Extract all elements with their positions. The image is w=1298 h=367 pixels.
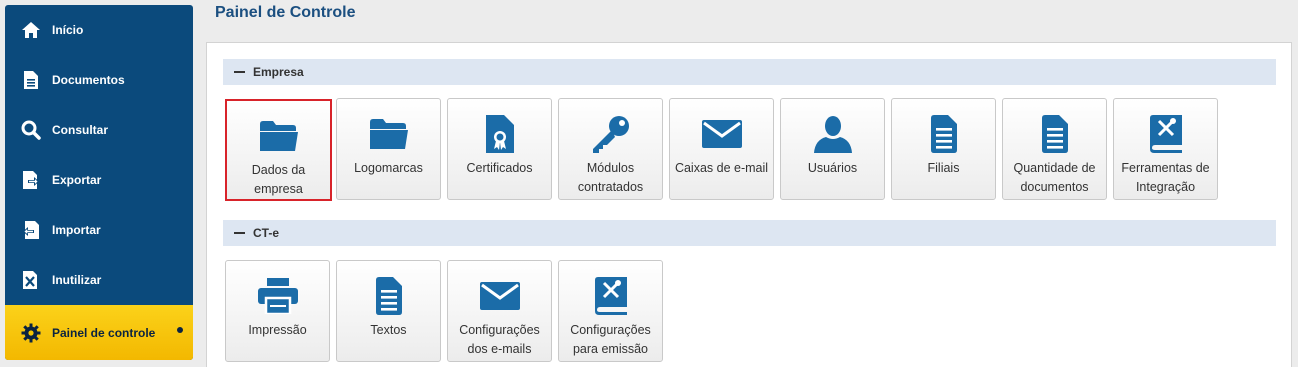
sidebar-item-painel-de-controle[interactable]: Painel de controle [5,305,193,360]
gear-icon [20,322,42,344]
page-title: Painel de Controle [215,4,356,21]
tile-configuracoes-dos-emails[interactable]: Configurações dos e-mails [447,260,552,362]
tile-filiais[interactable]: Filiais [891,98,996,200]
tile-label: Configurações dos e-mails [459,323,540,356]
tile-ferramentas-de-integracao[interactable]: Ferramentas de Integração [1113,98,1218,200]
tile-quantidade-de-documentos[interactable]: Quantidade de documentos [1002,98,1107,200]
tile-label: Impressão [248,323,307,337]
sidebar-item-label: Documentos [52,73,125,87]
tile-label: Textos [370,323,407,337]
collapse-icon [234,71,245,73]
tile-caixas-de-email[interactable]: Caixas de e-mail [669,98,774,200]
file-text-icon [337,275,440,317]
tools-book-icon [559,275,662,317]
sidebar-item-documentos[interactable]: Documentos [5,55,193,105]
certificate-icon [448,113,551,155]
tile-label: Caixas de e-mail [674,161,769,175]
sidebar-item-inutilizar[interactable]: Inutilizar [5,255,193,305]
printer-icon [226,275,329,317]
tile-usuarios[interactable]: Usuários [780,98,885,200]
collapse-icon [234,232,245,234]
sidebar-item-inicio[interactable]: Início [5,5,193,55]
export-icon [20,169,42,191]
file-text-icon [892,113,995,155]
tile-impressao[interactable]: Impressão [225,260,330,362]
folder-icon [227,115,330,157]
tile-label: Filiais [927,161,960,175]
tile-label: Dados da empresa [251,163,306,196]
tile-dados-da-empresa[interactable]: Dados da empresa [225,99,332,201]
envelope-icon [670,113,773,155]
home-icon [20,19,42,41]
section-title: CT-e [253,226,280,240]
tile-label: Quantidade de documentos [1013,161,1096,194]
envelope-icon [448,275,551,317]
document-icon [20,69,42,91]
section-header-empresa[interactable]: Empresa [223,59,1276,85]
tile-modulos-contratados[interactable]: Módulos contratados [558,98,663,200]
section-title: Empresa [253,65,304,79]
tile-certificados[interactable]: Certificados [447,98,552,200]
sidebar-item-label: Consultar [52,123,109,137]
key-icon [559,113,662,155]
control-panel: Empresa Dados da empresa Logomarcas Cert… [206,42,1292,367]
tile-label: Módulos contratados [577,161,644,194]
tools-book-icon [1114,113,1217,155]
sidebar-item-label: Importar [52,223,101,237]
tile-configuracoes-para-emissao[interactable]: Configurações para emissão [558,260,663,362]
sidebar-item-importar[interactable]: Importar [5,205,193,255]
tile-logomarcas[interactable]: Logomarcas [336,98,441,200]
folder-icon [337,113,440,155]
tile-label: Ferramentas de Integração [1121,161,1210,194]
user-icon [781,113,884,155]
search-icon [20,119,42,141]
void-document-icon [20,269,42,291]
import-icon [20,219,42,241]
active-indicator-dot [177,327,183,333]
file-text-icon [1003,113,1106,155]
sidebar-item-consultar[interactable]: Consultar [5,105,193,155]
tile-label: Configurações para emissão [570,323,651,356]
tile-label: Usuários [807,161,858,175]
sidebar-item-label: Início [52,23,84,37]
tile-textos[interactable]: Textos [336,260,441,362]
section-header-cte[interactable]: CT-e [223,220,1276,246]
sidebar-item-label: Painel de controle [52,325,156,340]
sidebar: Início Documentos Consultar Exportar Imp… [5,5,193,360]
sidebar-item-exportar[interactable]: Exportar [5,155,193,205]
sidebar-item-label: Inutilizar [52,273,102,287]
sidebar-item-label: Exportar [52,173,102,187]
tile-label: Logomarcas [354,161,423,175]
tile-label: Certificados [466,161,533,175]
